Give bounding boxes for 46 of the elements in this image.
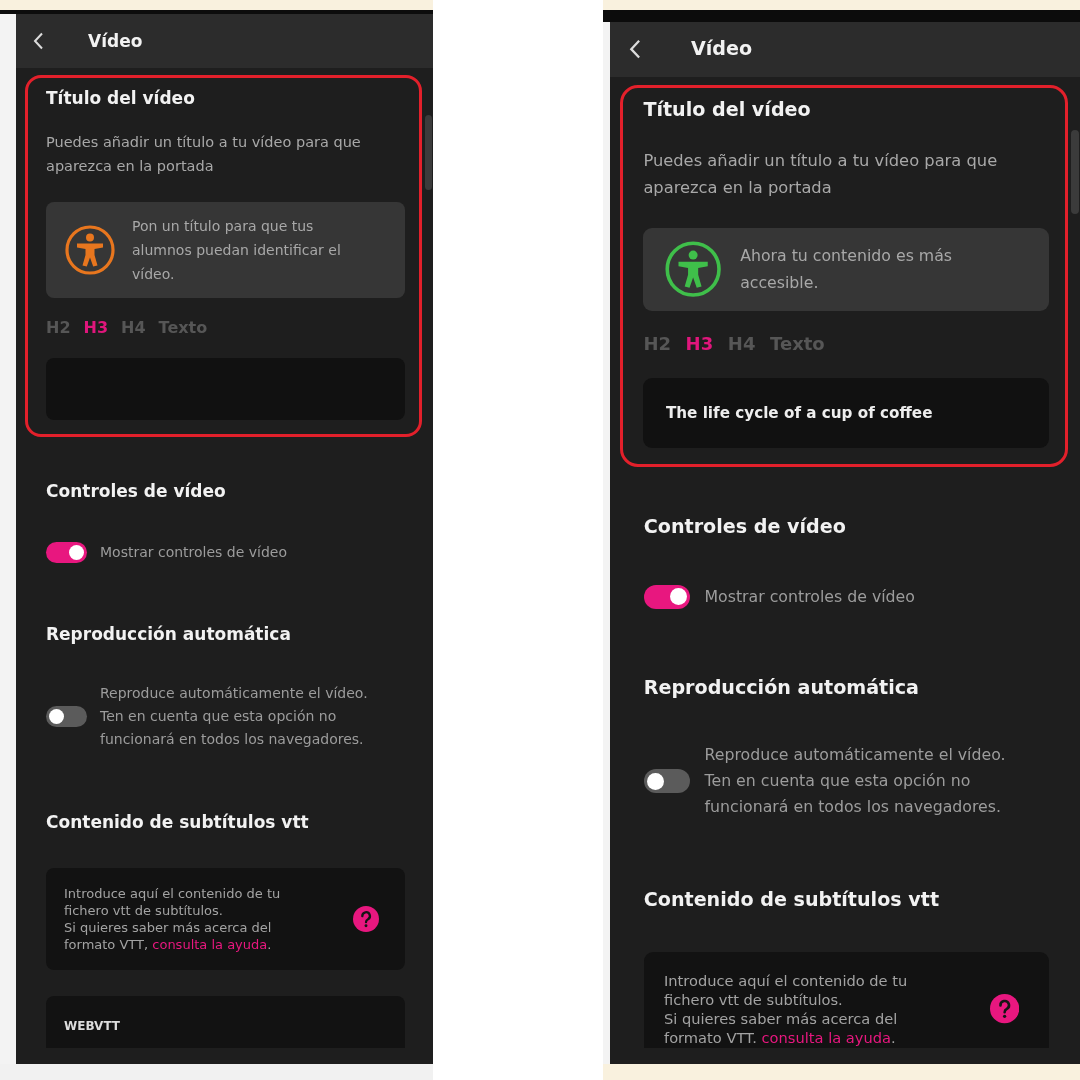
heading-level-tab[interactable]: H4: [727, 333, 756, 356]
help-text: Introduce aquí el contenido de tu fichero vtt de subtítulos.: [64, 885, 282, 919]
section-description: Puedes añadir un título a tu vídeo para que aparezca en la portada: [46, 133, 362, 176]
toggle-switch[interactable]: [46, 706, 87, 727]
scrollbar-thumb[interactable]: [425, 115, 432, 190]
notice-text: Pon un título para que tus alumnos puedan identificar el vídeo.: [132, 217, 342, 284]
help-link[interactable]: consulta la ayuda: [761, 1029, 891, 1047]
back-icon: [629, 39, 642, 60]
toggle-label: Reproduce automáticamente el vídeo. Ten en cuenta que esta opción no funcionará en todos los navegadores.: [704, 744, 1007, 819]
section-heading: Contenido de subtítulos vtt: [643, 887, 941, 913]
screen-title: Vídeo: [88, 30, 143, 52]
heading-level-tab[interactable]: H4: [121, 318, 146, 338]
scrollbar-thumb[interactable]: [1071, 130, 1079, 215]
section-heading: Reproducción automática: [46, 623, 292, 645]
section-heading: Título del vídeo: [643, 98, 812, 123]
toggle-label: Mostrar controles de vídeo: [100, 543, 288, 562]
section-description: Puedes añadir un título a tu vídeo para que aparezca en la portada: [643, 149, 999, 199]
section-heading: Título del vídeo: [46, 87, 196, 109]
heading-level-tab[interactable]: Texto: [158, 318, 208, 338]
toggle-switch[interactable]: [643, 769, 690, 793]
heading-level-tab[interactable]: H2: [46, 318, 71, 338]
help-text: Introduce aquí el contenido de tu fichero vtt de subtítulos.: [664, 970, 909, 1009]
back-button[interactable]: [629, 39, 642, 60]
heading-level-tab[interactable]: H3: [685, 333, 714, 356]
help-icon[interactable]: [353, 906, 379, 932]
toggle-label: Reproduce automáticamente el vídeo. Ten en cuenta que esta opción no funcionará en todos los navegadores.: [100, 684, 369, 749]
heading-level-tab[interactable]: H2: [643, 333, 671, 356]
toggle-switch[interactable]: [46, 542, 87, 563]
help-text: Si quieres saber más acerca del formato VTT, consulta la ayuda.: [64, 919, 273, 953]
title-input[interactable]: The life cycle of a cup of coffee: [643, 378, 1049, 448]
heading-level-tab[interactable]: Texto: [770, 333, 825, 356]
help-link[interactable]: consulta la ayuda: [152, 937, 268, 952]
notice-text: Ahora tu contenido es más accesible.: [740, 245, 954, 295]
vtt-field[interactable]: WEBVTT: [46, 996, 405, 1048]
help-text: Si quieres saber más acerca del formato VTT. consulta la ayuda.: [664, 1009, 899, 1048]
help-icon[interactable]: [990, 994, 1020, 1024]
back-button[interactable]: [33, 32, 44, 50]
section-heading: Reproducción automática: [643, 676, 920, 701]
heading-level-tab[interactable]: H3: [83, 318, 109, 338]
section-heading: Controles de vídeo: [643, 515, 847, 540]
section-heading: Contenido de subtítulos vtt: [46, 811, 310, 833]
section-heading: Controles de vídeo: [46, 480, 227, 502]
back-icon: [33, 32, 44, 50]
screen-title: Vídeo: [691, 38, 753, 62]
toggle-switch[interactable]: [643, 584, 690, 609]
toggle-label: Mostrar controles de vídeo: [704, 585, 915, 608]
